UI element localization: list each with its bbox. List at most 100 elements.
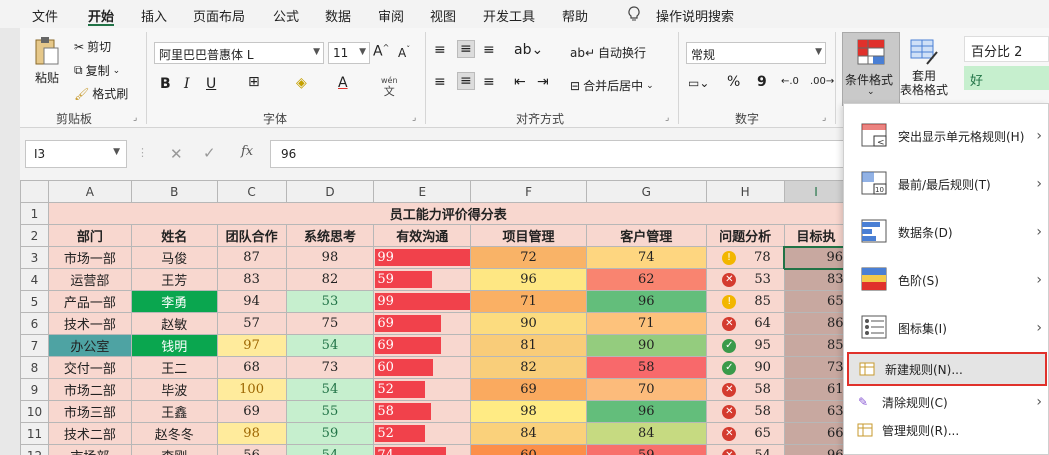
cell-goal[interactable]: 96 <box>783 245 849 270</box>
cell-dept[interactable]: 办公室 <box>47 334 132 357</box>
menu-help[interactable]: 帮助 <box>562 6 588 25</box>
row-header[interactable]: 6 <box>20 312 49 335</box>
insert-function-icon[interactable]: fx <box>241 144 253 159</box>
menu-file[interactable]: 文件 <box>32 6 58 25</box>
menu-data[interactable]: 数据 <box>325 6 351 25</box>
cell-name[interactable]: 赵冬冬 <box>130 422 218 445</box>
cell-analysis[interactable]: ✕ 58 <box>705 378 785 401</box>
cell-communication[interactable]: 74 <box>373 444 472 455</box>
cell-customer[interactable]: 71 <box>585 312 707 335</box>
tell-me-search[interactable]: 操作说明搜索 <box>656 6 734 25</box>
menu-highlight-rules[interactable]: < 突出显示单元格规则(H) › <box>844 116 1049 156</box>
alignment-launcher-icon[interactable]: ⌟ <box>665 113 669 123</box>
cell-goal[interactable]: 65 <box>783 290 849 313</box>
cell-communication[interactable]: 52 <box>373 378 472 401</box>
cell-customer[interactable]: 74 <box>585 246 707 269</box>
column-header[interactable]: I <box>783 180 849 203</box>
cell-team[interactable]: 87 <box>216 246 287 269</box>
increase-indent-icon[interactable]: ⇥ <box>537 74 549 90</box>
align-left-icon[interactable]: ≡ <box>434 74 446 90</box>
conditional-format-button[interactable]: 条件格式 ⌄ <box>842 32 900 106</box>
menu-page-layout[interactable]: 页面布局 <box>193 6 245 25</box>
menu-home[interactable]: 开始 <box>88 6 114 25</box>
cell-goal[interactable]: 73 <box>783 356 849 379</box>
cell-communication[interactable]: 52 <box>373 422 472 445</box>
cell-customer[interactable]: 58 <box>585 356 707 379</box>
menu-developer[interactable]: 开发工具 <box>483 6 535 25</box>
cell-customer[interactable]: 70 <box>585 378 707 401</box>
cancel-icon[interactable]: ✕ <box>170 145 183 163</box>
cell-communication[interactable]: 59 <box>373 268 472 291</box>
sheet-title[interactable]: 员工能力评价得分表 <box>47 202 849 225</box>
menu-insert[interactable]: 插入 <box>141 6 167 25</box>
cell-project[interactable]: 96 <box>470 268 587 291</box>
cell-project[interactable]: 72 <box>470 246 587 269</box>
row-header[interactable]: 3 <box>20 246 49 269</box>
cell-system[interactable]: 75 <box>285 312 375 335</box>
clipboard-launcher-icon[interactable]: ⌟ <box>133 113 137 123</box>
menu-manage-rules[interactable]: 管理规则(R)... <box>844 418 1049 442</box>
cell-analysis[interactable]: ✓ 95 <box>705 334 785 357</box>
font-launcher-icon[interactable]: ⌟ <box>412 113 416 123</box>
column-label-cell[interactable]: 团队合作 <box>216 224 287 247</box>
row-header[interactable]: 10 <box>20 400 49 423</box>
cell-team[interactable]: 57 <box>216 312 287 335</box>
cell-name[interactable]: 王鑫 <box>130 400 218 423</box>
cell-project[interactable]: 98 <box>470 400 587 423</box>
column-header[interactable]: H <box>705 180 785 203</box>
menu-color-scales[interactable]: 色阶(S) › <box>844 260 1049 300</box>
cell-project[interactable]: 84 <box>470 422 587 445</box>
menu-new-rule[interactable]: 新建规则(N)... <box>847 352 1047 386</box>
cell-analysis[interactable]: ! 78 <box>705 246 785 269</box>
align-bottom-icon[interactable]: ≡ <box>483 42 495 58</box>
cell-system[interactable]: 54 <box>285 334 375 357</box>
cell-analysis[interactable]: ✕ 54 <box>705 444 785 455</box>
cell-goal[interactable]: 61 <box>783 378 849 401</box>
border-icon[interactable]: ⊞ <box>248 74 260 90</box>
column-label-cell[interactable]: 部门 <box>47 224 132 247</box>
cell-team[interactable]: 68 <box>216 356 287 379</box>
row-header[interactable]: 12 <box>20 444 49 455</box>
column-header[interactable]: A <box>47 180 132 203</box>
column-label-cell[interactable]: 问题分析 <box>705 224 785 247</box>
wrap-text-button[interactable]: ab↵ 自动换行 <box>570 44 646 61</box>
cell-communication[interactable]: 69 <box>373 334 472 357</box>
cell-goal[interactable]: 85 <box>783 334 849 357</box>
column-label-cell[interactable]: 客户管理 <box>585 224 707 247</box>
cell-dept[interactable]: 产品一部 <box>47 290 132 313</box>
decrease-decimal-icon[interactable]: .00→ <box>810 76 834 87</box>
row-header[interactable]: 9 <box>20 378 49 401</box>
align-center-icon[interactable]: ≡ <box>457 72 475 90</box>
increase-decimal-icon[interactable]: ←.0 <box>781 76 799 87</box>
cell-analysis[interactable]: ✕ 65 <box>705 422 785 445</box>
phonetic-guide-button[interactable]: wén 文 <box>381 77 398 98</box>
row-header[interactable]: 11 <box>20 422 49 445</box>
percent-button[interactable]: % <box>727 74 740 90</box>
cell-project[interactable]: 71 <box>470 290 587 313</box>
style-good[interactable]: 好 <box>964 66 1049 90</box>
row-header[interactable]: 2 <box>20 224 49 247</box>
cut-button[interactable]: ✂ 剪切 <box>74 38 111 55</box>
row-header[interactable]: 4 <box>20 268 49 291</box>
cell-name[interactable]: 李勇 <box>130 290 218 313</box>
row-header[interactable]: 8 <box>20 356 49 379</box>
bold-button[interactable]: B <box>160 76 171 92</box>
decrease-indent-icon[interactable]: ⇤ <box>514 74 526 90</box>
cell-styles-gallery[interactable]: 百分比 2 好 <box>964 36 1049 92</box>
cell-dept[interactable]: 市场部 <box>47 444 132 455</box>
copy-button[interactable]: ⧉ 复制 ⌄ <box>74 62 120 79</box>
cell-project[interactable]: 82 <box>470 356 587 379</box>
cell-system[interactable]: 73 <box>285 356 375 379</box>
column-label-cell[interactable]: 目标执 <box>783 224 849 247</box>
cell-project[interactable]: 90 <box>470 312 587 335</box>
cell-communication[interactable]: 60 <box>373 356 472 379</box>
cell-dept[interactable]: 技术一部 <box>47 312 132 335</box>
cell-dept[interactable]: 交付一部 <box>47 356 132 379</box>
cell-system[interactable]: 54 <box>285 444 375 455</box>
column-header[interactable]: C <box>216 180 287 203</box>
menu-icon-sets[interactable]: 图标集(I) › <box>844 308 1049 348</box>
number-format-combo[interactable]: 常规 ▼ <box>686 42 826 64</box>
cell-analysis[interactable]: ✓ 90 <box>705 356 785 379</box>
menu-top-bottom-rules[interactable]: 10 最前/最后规则(T) › <box>844 164 1049 204</box>
cell-team[interactable]: 56 <box>216 444 287 455</box>
